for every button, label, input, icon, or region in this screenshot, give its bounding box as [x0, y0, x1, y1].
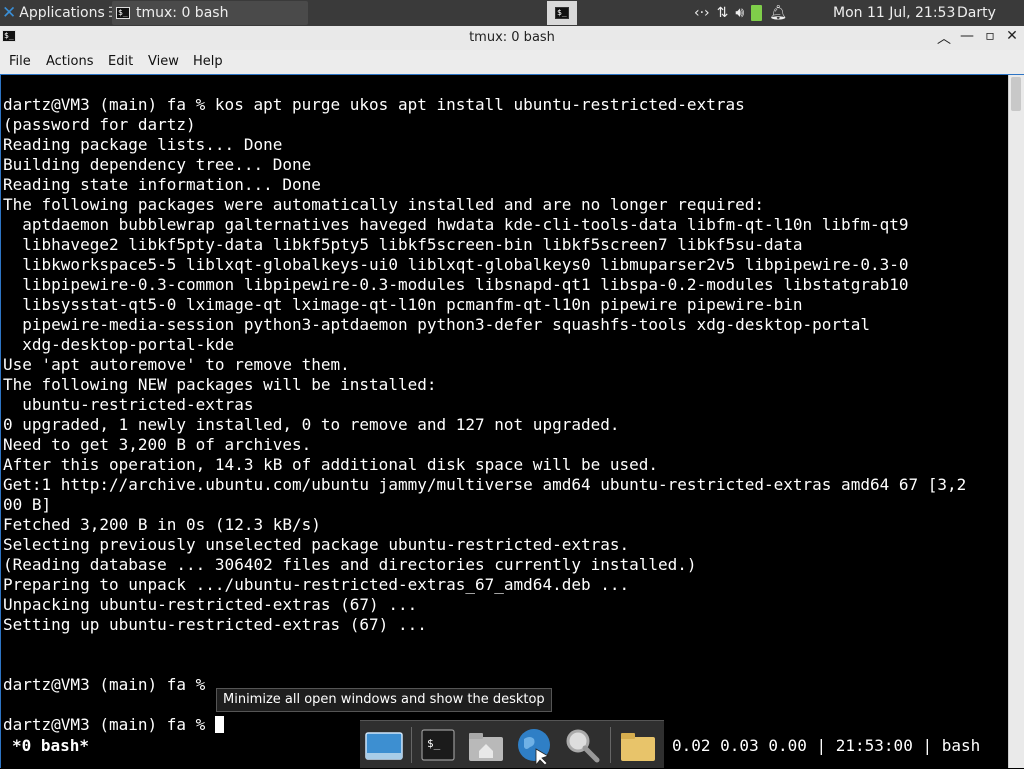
show-desktop-icon[interactable]: [364, 725, 404, 765]
terminal-launcher-icon[interactable]: $_: [418, 725, 458, 765]
system-tray: ‹·› ⇅ 🔊︎ 🔔︎: [694, 0, 787, 26]
terminal-line: Use 'apt autoremove' to remove them.: [3, 355, 350, 374]
terminal-line: Get:1 http://archive.ubuntu.com/ubuntu j…: [3, 475, 967, 494]
launcher-terminal-button[interactable]: $_: [547, 1, 577, 25]
terminal-scrollbar[interactable]: [1008, 75, 1024, 768]
menu-help[interactable]: Help: [193, 54, 223, 69]
terminal-active-prompt: dartz@VM3 (main) fa %: [3, 715, 224, 735]
battery-icon[interactable]: [751, 5, 763, 21]
window-title: tmux: 0 bash: [469, 30, 555, 45]
menu-view[interactable]: View: [148, 54, 179, 69]
terminal-line: Preparing to unpack .../ubuntu-restricte…: [3, 575, 630, 594]
terminal-line: Selecting previously unselected package …: [3, 535, 630, 554]
web-browser-icon[interactable]: [514, 725, 554, 767]
terminal-line: Unpacking ubuntu-restricted-extras (67) …: [3, 595, 418, 614]
terminal-line: libkworkspace5-5 liblxqt-globalkeys-ui0 …: [3, 255, 909, 274]
terminal-line: libpipewire-0.3-common libpipewire-0.3-m…: [3, 275, 909, 294]
show-desktop-tooltip: Minimize all open windows and show the d…: [216, 688, 552, 712]
terminal-line: ubuntu-restricted-extras: [3, 395, 254, 414]
menu-edit[interactable]: Edit: [108, 54, 133, 69]
maximize-button[interactable]: ▫: [980, 28, 1000, 44]
terminal-line: (password for dartz): [3, 115, 196, 134]
taskbar-window-title: tmux: 0 bash: [136, 5, 229, 21]
terminal-line: libsysstat-qt5-0 lximage-qt lximage-qt-l…: [3, 295, 803, 314]
terminal-output[interactable]: dartz@VM3 (main) fa % kos apt purge ukos…: [0, 75, 1008, 768]
terminal-line: 00 B]: [3, 495, 52, 514]
terminal-line: Building dependency tree... Done: [3, 155, 312, 174]
terminal-line: libhavege2 libkf5pty-data libkf5pty5 lib…: [3, 235, 803, 254]
window-shade-button[interactable]: ︿: [934, 28, 954, 48]
terminal-line: The following packages were automaticall…: [3, 195, 764, 214]
taskbar-window-button[interactable]: $_ tmux: 0 bash: [112, 1, 308, 25]
network-arrows-icon[interactable]: ‹·›: [694, 5, 710, 21]
terminal-line: After this operation, 14.3 kB of additio…: [3, 455, 659, 474]
terminal-cursor: [214, 716, 224, 733]
volume-icon[interactable]: 🔊︎: [735, 5, 744, 21]
menu-file[interactable]: File: [9, 54, 31, 69]
terminal-icon: $_: [555, 7, 569, 19]
terminal-line: dartz@VM3 (main) fa % kos apt purge ukos…: [3, 95, 745, 114]
network-updown-icon[interactable]: ⇅: [717, 5, 729, 21]
top-panel: ✕ Applications ☰ $_ tmux: 0 bash $_ ‹·› …: [0, 0, 1024, 47]
terminal-line: Reading package lists... Done: [3, 135, 283, 154]
files-folder-icon[interactable]: [618, 725, 658, 765]
xfce-logo-icon: ✕: [2, 3, 17, 23]
terminal-line: xdg-desktop-portal-kde: [3, 335, 235, 354]
svg-text:$_: $_: [427, 737, 441, 750]
window-titlebar[interactable]: $_ tmux: 0 bash ︿ — ▫ ✕: [0, 26, 1024, 50]
terminal-prompt: dartz@VM3 (main) fa %: [3, 715, 215, 734]
panel-clock[interactable]: Mon 11 Jul, 21:53: [833, 0, 955, 26]
terminal-prompt: dartz@VM3 (main) fa %: [3, 675, 215, 694]
terminal-line: Reading state information... Done: [3, 175, 321, 194]
scrollbar-thumb[interactable]: [1011, 77, 1021, 111]
terminal-line: pipewire-media-session python3-aptdaemon…: [3, 315, 870, 334]
tmux-status-right: 0.02 0.03 0.00 | 21:53:00 | bash: [672, 736, 981, 755]
notification-bell-icon[interactable]: 🔔︎: [769, 5, 787, 21]
menu-actions[interactable]: Actions: [46, 54, 94, 69]
terminal-line: aptdaemon bubblewrap galternatives haveg…: [3, 215, 909, 234]
applications-menu-button[interactable]: ✕ Applications ☰: [0, 0, 120, 26]
minimize-button[interactable]: —: [957, 28, 977, 44]
terminal-line: Fetched 3,200 B in 0s (12.3 kB/s): [3, 515, 321, 534]
terminal-line: 0 upgraded, 1 newly installed, 0 to remo…: [3, 415, 620, 434]
menu-bar: File Actions Edit View Help: [0, 50, 1024, 75]
terminal-icon: $_: [116, 7, 130, 19]
tmux-window-status: *0 bash*: [12, 736, 90, 755]
home-folder-icon[interactable]: [466, 725, 506, 765]
close-button[interactable]: ✕: [1002, 28, 1022, 44]
user-menu[interactable]: Darty uwu: [957, 0, 1024, 47]
terminal-line: (Reading database ... 306402 files and d…: [3, 555, 697, 574]
search-icon[interactable]: [562, 725, 602, 765]
terminal-line: Setting up ubuntu-restricted-extras (67)…: [3, 615, 427, 634]
bottom-dock: $_: [360, 720, 664, 768]
terminal-line: The following NEW packages will be insta…: [3, 375, 437, 394]
applications-label: Applications: [19, 5, 105, 21]
terminal-line: Need to get 3,200 B of archives.: [3, 435, 312, 454]
